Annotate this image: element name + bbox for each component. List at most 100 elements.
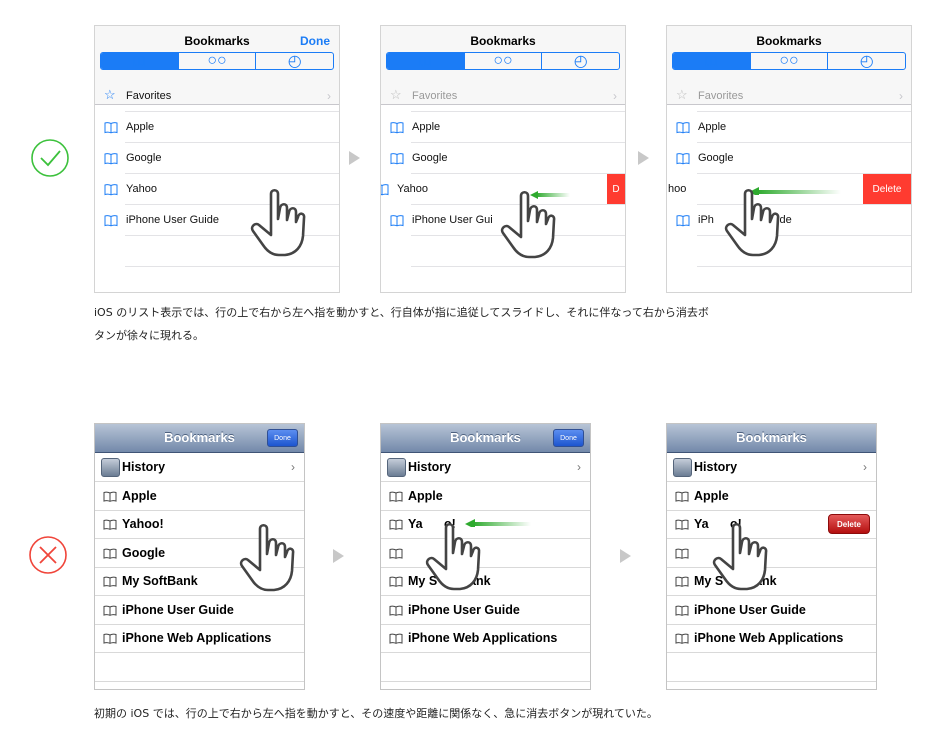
list-item-iphone-user-guide[interactable]: iPhone User Guide xyxy=(381,596,590,625)
book-icon xyxy=(676,121,690,134)
star-icon: ☆ xyxy=(676,87,688,102)
list-item-label: Apple xyxy=(412,121,441,133)
nav-title: Bookmarks xyxy=(756,34,822,48)
book-icon xyxy=(675,605,689,616)
navigation-bar: Bookmarks xyxy=(667,424,876,453)
book-icon xyxy=(676,152,690,165)
list-item-empty xyxy=(381,653,590,682)
list-item-label: iPhone User Guide xyxy=(126,214,219,226)
book-icon xyxy=(675,519,689,530)
list-item-label: Google xyxy=(698,152,734,164)
list-item-google[interactable]: Google xyxy=(381,143,625,174)
list-item-label: hoo xyxy=(668,183,687,195)
list-item-iphone-web-applications[interactable]: iPhone Web Applications xyxy=(667,624,876,653)
hand-pointer-icon xyxy=(416,518,496,598)
step-arrow-icon xyxy=(333,549,344,563)
list-item-label: Apple xyxy=(698,121,727,133)
chevron-right-icon: › xyxy=(577,460,581,474)
list-item-history[interactable]: History › xyxy=(381,453,590,482)
list-item-apple[interactable]: Apple xyxy=(667,482,876,511)
navigation-bar: Bookmarks Done xyxy=(381,424,590,453)
list-item-iphone-web-applications[interactable]: iPhone Web Applications xyxy=(95,624,304,653)
book-icon xyxy=(104,121,118,134)
list-item-empty xyxy=(95,653,304,682)
list-item-apple[interactable]: Apple xyxy=(381,112,625,143)
old-screen-3: Bookmarks History › Apple Ya o! Delete M… xyxy=(666,423,877,690)
flat-screen-1: Bookmarks Done ○○ ◴ ☆ Favorites › Apple … xyxy=(94,25,340,293)
book-icon xyxy=(103,491,117,502)
list-item-label: Favorites xyxy=(698,90,744,102)
book-icon xyxy=(104,183,118,196)
history-icon xyxy=(101,458,120,477)
book-icon xyxy=(389,576,403,587)
done-button[interactable]: Done xyxy=(300,34,330,48)
navigation-bar: Bookmarks Done xyxy=(95,424,304,453)
book-icon xyxy=(675,548,689,559)
list-item-label: Apple xyxy=(408,489,443,503)
caption-bad-line-1: 初期の iOS では、行の上で右から左へ指を動かすと、その速度や距離に関係なく、… xyxy=(94,707,658,720)
hand-pointer-icon xyxy=(230,519,305,599)
reading-list-tab-icon[interactable]: ○○ xyxy=(463,53,542,69)
chevron-right-icon: › xyxy=(613,89,617,103)
history-tab-icon[interactable]: ◴ xyxy=(255,53,333,69)
old-screen-1: Bookmarks Done History › Apple Yahoo! Go… xyxy=(94,423,305,690)
step-arrow-icon xyxy=(349,151,360,165)
delete-button[interactable]: Delete xyxy=(863,174,911,205)
list-item-apple[interactable]: Apple xyxy=(95,482,304,511)
flat-screen-3: Bookmarks ○○ ◴ ☆ Favorites › Apple Googl… xyxy=(666,25,912,293)
delete-button[interactable]: D xyxy=(607,174,625,205)
list-item-iphone-web-applications[interactable]: iPhone Web Applications xyxy=(381,624,590,653)
list-item-google[interactable]: Google xyxy=(667,143,911,174)
done-button[interactable]: Done xyxy=(553,429,584,447)
list-item-label: My SoftBank xyxy=(122,574,198,588)
step-arrow-icon xyxy=(620,549,631,563)
history-icon xyxy=(387,458,406,477)
list-item-label: History xyxy=(694,460,738,474)
star-icon: ☆ xyxy=(390,87,402,102)
segmented-control[interactable]: ○○ ◴ xyxy=(386,52,620,70)
list-item-label: iPhone User Guide xyxy=(122,603,234,617)
hand-pointer-icon xyxy=(241,184,321,264)
list-item-iphone-user-guide[interactable]: iPhone User Guide xyxy=(95,596,304,625)
list-item-label: Google xyxy=(412,152,448,164)
segmented-control[interactable]: ○○ ◴ xyxy=(672,52,906,70)
delete-button[interactable]: Delete xyxy=(828,514,870,534)
segmented-control[interactable]: ○○ ◴ xyxy=(100,52,334,70)
list-item-apple[interactable]: Apple xyxy=(667,112,911,143)
list-item-favorites[interactable]: ☆ Favorites › xyxy=(667,81,911,112)
list-item-history[interactable]: History › xyxy=(667,453,876,482)
history-tab-icon[interactable]: ◴ xyxy=(541,53,619,69)
list-item-label: iPhone User Guide xyxy=(408,603,520,617)
book-icon xyxy=(380,183,389,196)
list-item-label: Apple xyxy=(126,121,155,133)
hand-pointer-icon xyxy=(715,184,795,264)
book-icon xyxy=(675,491,689,502)
bookmarks-tab-icon[interactable] xyxy=(101,53,178,69)
done-button[interactable]: Done xyxy=(267,429,298,447)
chevron-right-icon: › xyxy=(327,89,331,103)
list-item-label: Apple xyxy=(122,489,157,503)
chevron-right-icon: › xyxy=(863,460,867,474)
list-item-history[interactable]: History › xyxy=(95,453,304,482)
list-item-label: History xyxy=(408,460,452,474)
list-item-apple[interactable]: Apple xyxy=(95,112,339,143)
nav-title: Bookmarks xyxy=(736,430,807,445)
list-item-iphone-user-guide[interactable]: iPhone User Guide xyxy=(667,596,876,625)
step-arrow-icon xyxy=(638,151,649,165)
chevron-right-icon: › xyxy=(899,89,903,103)
book-icon xyxy=(675,633,689,644)
book-icon xyxy=(389,633,403,644)
list-item-favorites[interactable]: ☆ Favorites › xyxy=(95,81,339,112)
book-icon xyxy=(103,548,117,559)
bookmarks-tab-icon[interactable] xyxy=(673,53,750,69)
list-item-label: Apple xyxy=(694,489,729,503)
bookmarks-tab-icon[interactable] xyxy=(387,53,464,69)
history-tab-icon[interactable]: ◴ xyxy=(827,53,905,69)
list-item-apple[interactable]: Apple xyxy=(381,482,590,511)
list-item-favorites[interactable]: ☆ Favorites › xyxy=(381,81,625,112)
list-item-google[interactable]: Google xyxy=(95,143,339,174)
book-icon xyxy=(104,214,118,227)
reading-list-tab-icon[interactable]: ○○ xyxy=(749,53,828,69)
list-item-label: Favorites xyxy=(126,90,172,102)
reading-list-tab-icon[interactable]: ○○ xyxy=(177,53,256,69)
